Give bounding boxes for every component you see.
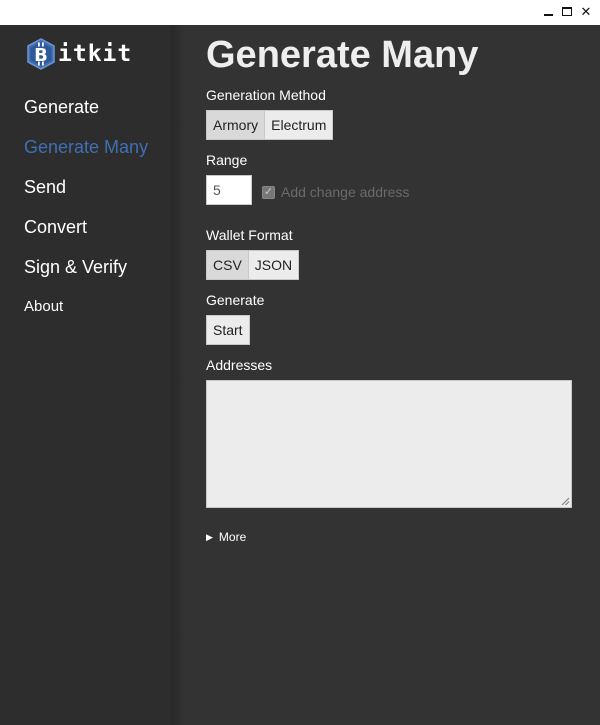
generate-group: Start bbox=[206, 315, 250, 345]
sidebar-item-send[interactable]: Send bbox=[24, 175, 148, 215]
window-titlebar: ✕ bbox=[0, 0, 600, 25]
addresses-label: Addresses bbox=[206, 357, 273, 373]
start-button[interactable]: Start bbox=[206, 315, 250, 345]
sidebar-item-about[interactable]: About bbox=[24, 295, 148, 335]
logo-badge-glyph: B bbox=[34, 45, 48, 66]
page-title: Generate Many bbox=[206, 34, 479, 76]
sidebar-shadow bbox=[171, 25, 185, 725]
change-address-option[interactable]: ✓ Add change address bbox=[262, 184, 409, 200]
armory-button[interactable]: Armory bbox=[206, 110, 266, 140]
sidebar-item-convert[interactable]: Convert bbox=[24, 215, 148, 255]
more-toggle[interactable]: ▶ More bbox=[206, 530, 246, 544]
wallet-format-label: Wallet Format bbox=[206, 227, 293, 243]
change-address-checkbox[interactable]: ✓ bbox=[262, 185, 275, 199]
sidebar-nav: Generate Generate Many Send Convert Sign… bbox=[24, 95, 148, 335]
minimize-icon[interactable] bbox=[540, 4, 556, 20]
generate-label: Generate bbox=[206, 292, 265, 308]
addresses-textarea[interactable] bbox=[206, 380, 572, 508]
generation-method-label: Generation Method bbox=[206, 87, 326, 103]
bitcoin-logo-icon: B bbox=[27, 38, 55, 70]
sidebar-item-generate-many[interactable]: Generate Many bbox=[24, 135, 148, 175]
csv-button[interactable]: CSV bbox=[206, 250, 249, 280]
close-icon[interactable]: ✕ bbox=[578, 4, 594, 20]
sidebar-item-generate[interactable]: Generate bbox=[24, 95, 148, 135]
wallet-format-group: CSV JSON bbox=[206, 250, 300, 280]
logo-text: itkit bbox=[58, 41, 133, 67]
json-button[interactable]: JSON bbox=[248, 250, 300, 280]
range-input[interactable]: 5 bbox=[206, 175, 252, 205]
range-label: Range bbox=[206, 152, 248, 168]
resize-grip-icon[interactable] bbox=[561, 497, 569, 505]
change-address-label: Add change address bbox=[281, 184, 410, 200]
more-label: More bbox=[218, 530, 247, 544]
sidebar-item-sign-verify[interactable]: Sign & Verify bbox=[24, 255, 148, 295]
generation-method-group: Armory Electrum bbox=[206, 110, 334, 140]
electrum-button[interactable]: Electrum bbox=[265, 110, 334, 140]
disclosure-triangle-icon: ▶ bbox=[206, 531, 213, 542]
maximize-icon[interactable] bbox=[559, 4, 575, 20]
sidebar: B itkit Generate Generate Many Send Conv… bbox=[0, 25, 171, 725]
app-logo: B itkit bbox=[24, 37, 132, 71]
